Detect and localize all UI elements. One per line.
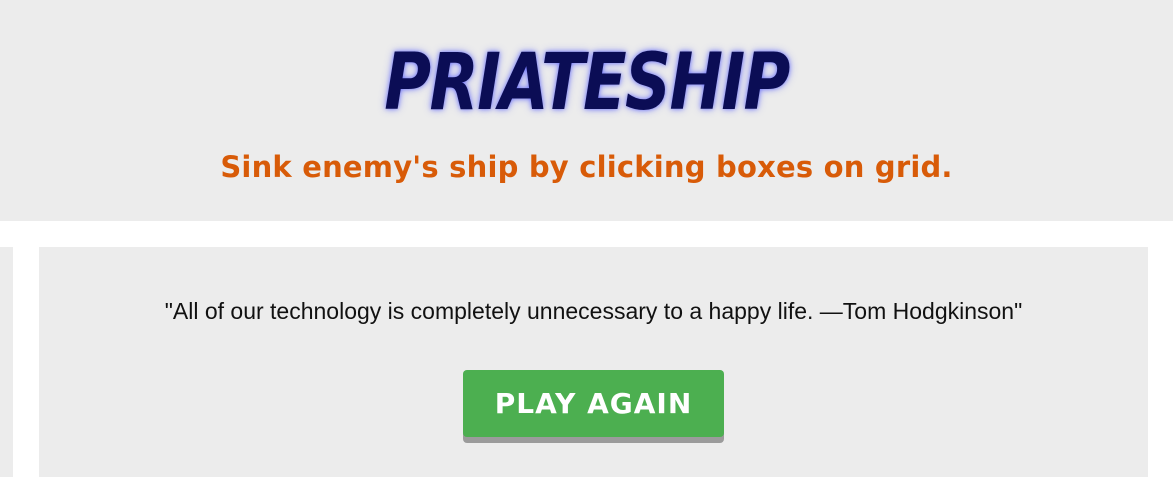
game-over-panel: "All of our technology is completely unn… — [39, 247, 1148, 477]
game-header: PRIATESHIP Sink enemy's ship by clicking… — [0, 0, 1173, 221]
left-panel-edge — [0, 247, 13, 477]
game-subtitle: Sink enemy's ship by clicking boxes on g… — [220, 150, 953, 184]
game-title: PRIATESHIP — [384, 38, 790, 128]
quote-text: "All of our technology is completely unn… — [164, 298, 1023, 324]
play-again-button[interactable]: PLAY AGAIN — [463, 370, 724, 437]
